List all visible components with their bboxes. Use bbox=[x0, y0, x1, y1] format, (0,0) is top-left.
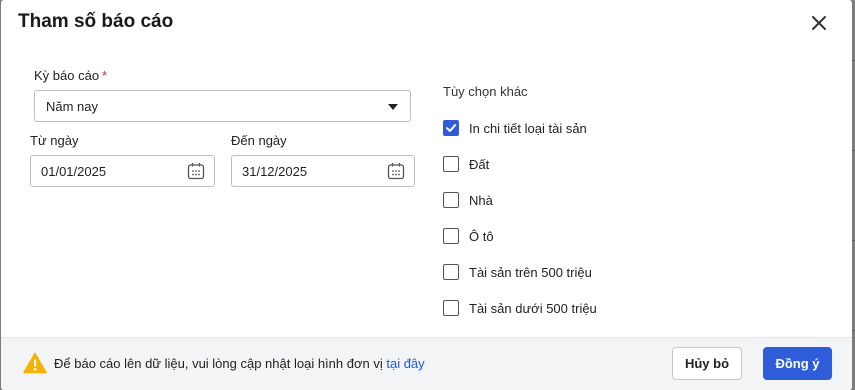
warning-icon bbox=[23, 352, 47, 379]
close-button[interactable] bbox=[806, 10, 832, 36]
from-date-picker-button[interactable] bbox=[187, 162, 205, 183]
from-date-value: 01/01/2025 bbox=[41, 163, 107, 179]
option-label: Đất bbox=[469, 156, 490, 172]
calendar-icon bbox=[387, 163, 405, 180]
other-options-title: Tùy chọn khác bbox=[443, 84, 528, 99]
option-label: Tài sản dưới 500 triệu bbox=[469, 300, 597, 316]
option-checkbox[interactable] bbox=[443, 120, 459, 136]
report-parameters-dialog: Tham số báo cáo Kỳ báo cáo * Năm nay Từ n… bbox=[1, 0, 852, 390]
period-select[interactable]: Năm nay bbox=[34, 90, 411, 122]
to-date-label: Đến ngày bbox=[231, 133, 287, 148]
option-label: Ô tô bbox=[469, 228, 494, 244]
calendar-icon bbox=[187, 163, 205, 180]
warning-message: Để báo cáo lên dữ liệu, vui lòng cập nhậ… bbox=[54, 356, 425, 371]
to-date-value: 31/12/2025 bbox=[242, 163, 308, 179]
period-label-text: Kỳ báo cáo bbox=[34, 68, 100, 83]
from-date-input[interactable]: 01/01/2025 bbox=[30, 155, 215, 187]
cancel-button[interactable]: Hủy bỏ bbox=[672, 347, 742, 380]
caret-down-icon bbox=[388, 104, 398, 110]
warning-text: Để báo cáo lên dữ liệu, vui lòng cập nhậ… bbox=[54, 356, 383, 371]
option-label: Tài sản trên 500 triệu bbox=[469, 264, 592, 280]
option-asset-type-detail[interactable]: In chi tiết loại tài sản bbox=[443, 119, 587, 137]
to-date-input[interactable]: 31/12/2025 bbox=[231, 155, 415, 187]
option-car[interactable]: Ô tô bbox=[443, 227, 494, 245]
option-checkbox[interactable] bbox=[443, 228, 459, 244]
option-checkbox[interactable] bbox=[443, 264, 459, 280]
close-icon bbox=[812, 16, 826, 30]
option-checkbox[interactable] bbox=[443, 156, 459, 172]
check-icon bbox=[446, 124, 457, 132]
from-date-label: Từ ngày bbox=[30, 133, 79, 148]
required-mark: * bbox=[102, 68, 108, 83]
option-checkbox[interactable] bbox=[443, 192, 459, 208]
dialog-title: Tham số báo cáo bbox=[18, 11, 174, 32]
dialog-footer: Để báo cáo lên dữ liệu, vui lòng cập nhậ… bbox=[1, 337, 852, 390]
option-assets-over-500m[interactable]: Tài sản trên 500 triệu bbox=[443, 263, 592, 281]
option-label: In chi tiết loại tài sản bbox=[469, 120, 587, 136]
to-date-picker-button[interactable] bbox=[387, 162, 405, 183]
option-land[interactable]: Đất bbox=[443, 155, 489, 173]
option-checkbox[interactable] bbox=[443, 300, 459, 316]
option-assets-under-500m[interactable]: Tài sản dưới 500 triệu bbox=[443, 299, 597, 317]
period-select-value: Năm nay bbox=[46, 98, 99, 114]
period-label: Kỳ báo cáo * bbox=[34, 68, 107, 83]
option-label: Nhà bbox=[469, 192, 493, 208]
ok-button[interactable]: Đồng ý bbox=[763, 347, 832, 380]
option-house[interactable]: Nhà bbox=[443, 191, 493, 209]
update-unit-type-link[interactable]: tại đây bbox=[386, 356, 424, 371]
